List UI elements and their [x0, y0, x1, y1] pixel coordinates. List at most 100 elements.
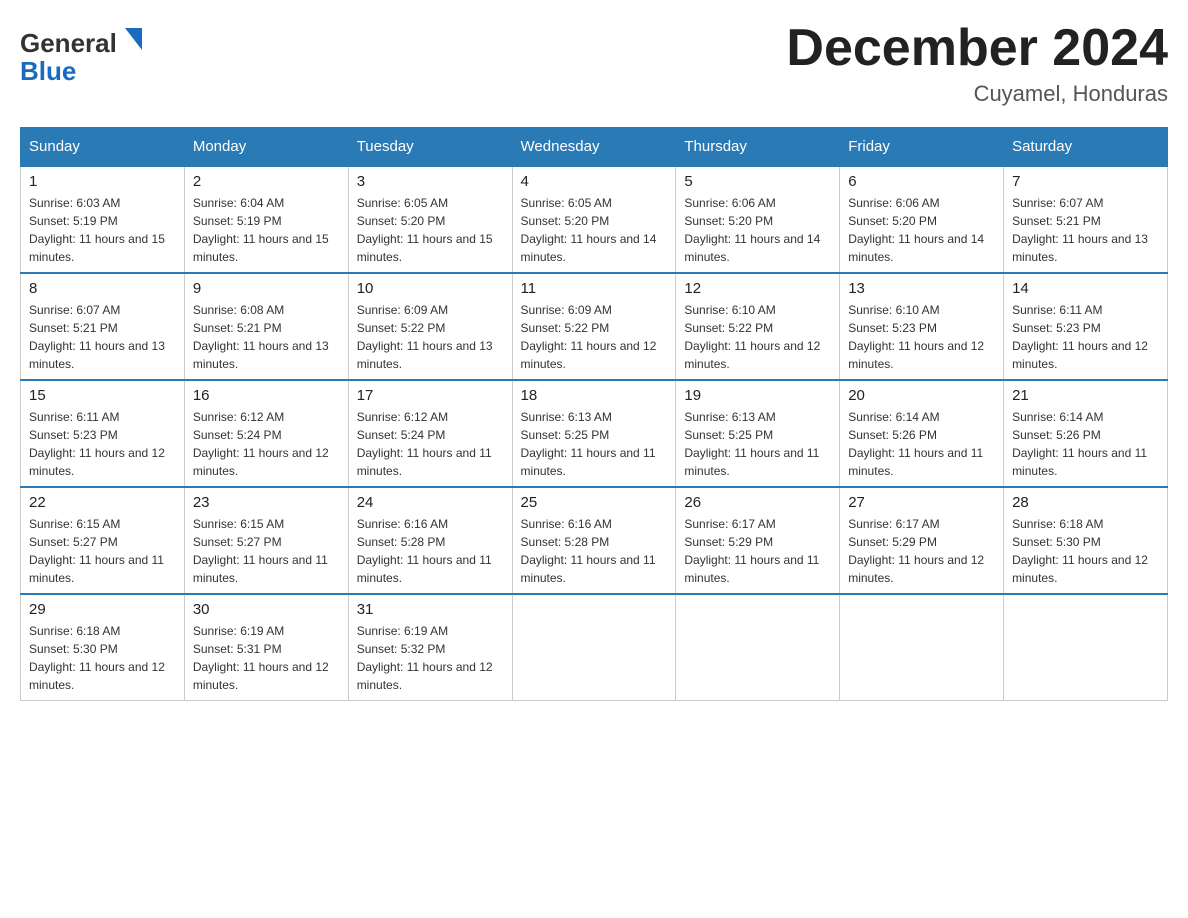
table-row — [512, 594, 676, 701]
day-number: 6 — [848, 173, 995, 190]
table-row: 29 Sunrise: 6:18 AM Sunset: 5:30 PM Dayl… — [21, 594, 185, 701]
table-row: 28 Sunrise: 6:18 AM Sunset: 5:30 PM Dayl… — [1004, 487, 1168, 594]
table-row: 31 Sunrise: 6:19 AM Sunset: 5:32 PM Dayl… — [348, 594, 512, 701]
day-info: Sunrise: 6:07 AM Sunset: 5:21 PM Dayligh… — [29, 301, 176, 373]
day-number: 11 — [521, 280, 668, 297]
table-row: 15 Sunrise: 6:11 AM Sunset: 5:23 PM Dayl… — [21, 380, 185, 487]
day-info: Sunrise: 6:14 AM Sunset: 5:26 PM Dayligh… — [1012, 408, 1159, 480]
table-row: 13 Sunrise: 6:10 AM Sunset: 5:23 PM Dayl… — [840, 273, 1004, 380]
table-row — [840, 594, 1004, 701]
day-number: 10 — [357, 280, 504, 297]
day-info: Sunrise: 6:07 AM Sunset: 5:21 PM Dayligh… — [1012, 194, 1159, 266]
day-info: Sunrise: 6:15 AM Sunset: 5:27 PM Dayligh… — [29, 515, 176, 587]
calendar-week-row: 8 Sunrise: 6:07 AM Sunset: 5:21 PM Dayli… — [21, 273, 1168, 380]
table-row: 26 Sunrise: 6:17 AM Sunset: 5:29 PM Dayl… — [676, 487, 840, 594]
table-row: 2 Sunrise: 6:04 AM Sunset: 5:19 PM Dayli… — [184, 166, 348, 273]
calendar-week-row: 29 Sunrise: 6:18 AM Sunset: 5:30 PM Dayl… — [21, 594, 1168, 701]
day-info: Sunrise: 6:06 AM Sunset: 5:20 PM Dayligh… — [684, 194, 831, 266]
title-area: December 2024 Cuyamel, Honduras — [786, 20, 1168, 107]
table-row: 4 Sunrise: 6:05 AM Sunset: 5:20 PM Dayli… — [512, 166, 676, 273]
table-row: 24 Sunrise: 6:16 AM Sunset: 5:28 PM Dayl… — [348, 487, 512, 594]
subtitle: Cuyamel, Honduras — [786, 81, 1168, 107]
day-info: Sunrise: 6:10 AM Sunset: 5:23 PM Dayligh… — [848, 301, 995, 373]
table-row: 12 Sunrise: 6:10 AM Sunset: 5:22 PM Dayl… — [676, 273, 840, 380]
day-number: 14 — [1012, 280, 1159, 297]
day-info: Sunrise: 6:03 AM Sunset: 5:19 PM Dayligh… — [29, 194, 176, 266]
header-saturday: Saturday — [1004, 128, 1168, 167]
calendar-header-row: Sunday Monday Tuesday Wednesday Thursday… — [21, 128, 1168, 167]
calendar-week-row: 1 Sunrise: 6:03 AM Sunset: 5:19 PM Dayli… — [21, 166, 1168, 273]
day-info: Sunrise: 6:17 AM Sunset: 5:29 PM Dayligh… — [848, 515, 995, 587]
day-number: 12 — [684, 280, 831, 297]
table-row: 23 Sunrise: 6:15 AM Sunset: 5:27 PM Dayl… — [184, 487, 348, 594]
day-number: 17 — [357, 387, 504, 404]
table-row: 8 Sunrise: 6:07 AM Sunset: 5:21 PM Dayli… — [21, 273, 185, 380]
day-info: Sunrise: 6:04 AM Sunset: 5:19 PM Dayligh… — [193, 194, 340, 266]
table-row — [676, 594, 840, 701]
day-info: Sunrise: 6:12 AM Sunset: 5:24 PM Dayligh… — [357, 408, 504, 480]
header-friday: Friday — [840, 128, 1004, 167]
table-row: 18 Sunrise: 6:13 AM Sunset: 5:25 PM Dayl… — [512, 380, 676, 487]
day-info: Sunrise: 6:14 AM Sunset: 5:26 PM Dayligh… — [848, 408, 995, 480]
day-number: 27 — [848, 494, 995, 511]
calendar-week-row: 15 Sunrise: 6:11 AM Sunset: 5:23 PM Dayl… — [21, 380, 1168, 487]
calendar-week-row: 22 Sunrise: 6:15 AM Sunset: 5:27 PM Dayl… — [21, 487, 1168, 594]
svg-text:General: General — [20, 28, 117, 58]
table-row: 17 Sunrise: 6:12 AM Sunset: 5:24 PM Dayl… — [348, 380, 512, 487]
day-info: Sunrise: 6:17 AM Sunset: 5:29 PM Dayligh… — [684, 515, 831, 587]
table-row: 27 Sunrise: 6:17 AM Sunset: 5:29 PM Dayl… — [840, 487, 1004, 594]
day-info: Sunrise: 6:11 AM Sunset: 5:23 PM Dayligh… — [1012, 301, 1159, 373]
header-wednesday: Wednesday — [512, 128, 676, 167]
day-number: 21 — [1012, 387, 1159, 404]
header-sunday: Sunday — [21, 128, 185, 167]
day-info: Sunrise: 6:09 AM Sunset: 5:22 PM Dayligh… — [357, 301, 504, 373]
day-number: 9 — [193, 280, 340, 297]
main-title: December 2024 — [786, 20, 1168, 77]
table-row: 1 Sunrise: 6:03 AM Sunset: 5:19 PM Dayli… — [21, 166, 185, 273]
day-info: Sunrise: 6:06 AM Sunset: 5:20 PM Dayligh… — [848, 194, 995, 266]
day-number: 19 — [684, 387, 831, 404]
table-row: 7 Sunrise: 6:07 AM Sunset: 5:21 PM Dayli… — [1004, 166, 1168, 273]
table-row: 22 Sunrise: 6:15 AM Sunset: 5:27 PM Dayl… — [21, 487, 185, 594]
table-row: 3 Sunrise: 6:05 AM Sunset: 5:20 PM Dayli… — [348, 166, 512, 273]
header-thursday: Thursday — [676, 128, 840, 167]
table-row: 19 Sunrise: 6:13 AM Sunset: 5:25 PM Dayl… — [676, 380, 840, 487]
day-number: 4 — [521, 173, 668, 190]
day-info: Sunrise: 6:09 AM Sunset: 5:22 PM Dayligh… — [521, 301, 668, 373]
table-row: 25 Sunrise: 6:16 AM Sunset: 5:28 PM Dayl… — [512, 487, 676, 594]
day-number: 31 — [357, 601, 504, 618]
table-row: 5 Sunrise: 6:06 AM Sunset: 5:20 PM Dayli… — [676, 166, 840, 273]
day-info: Sunrise: 6:19 AM Sunset: 5:31 PM Dayligh… — [193, 622, 340, 694]
table-row: 9 Sunrise: 6:08 AM Sunset: 5:21 PM Dayli… — [184, 273, 348, 380]
day-number: 25 — [521, 494, 668, 511]
day-info: Sunrise: 6:18 AM Sunset: 5:30 PM Dayligh… — [1012, 515, 1159, 587]
header-tuesday: Tuesday — [348, 128, 512, 167]
table-row: 6 Sunrise: 6:06 AM Sunset: 5:20 PM Dayli… — [840, 166, 1004, 273]
day-info: Sunrise: 6:19 AM Sunset: 5:32 PM Dayligh… — [357, 622, 504, 694]
day-info: Sunrise: 6:15 AM Sunset: 5:27 PM Dayligh… — [193, 515, 340, 587]
page-header: General Blue December 2024 Cuyamel, Hond… — [20, 20, 1168, 107]
table-row: 14 Sunrise: 6:11 AM Sunset: 5:23 PM Dayl… — [1004, 273, 1168, 380]
day-info: Sunrise: 6:08 AM Sunset: 5:21 PM Dayligh… — [193, 301, 340, 373]
day-info: Sunrise: 6:18 AM Sunset: 5:30 PM Dayligh… — [29, 622, 176, 694]
svg-text:Blue: Blue — [20, 56, 76, 86]
day-info: Sunrise: 6:13 AM Sunset: 5:25 PM Dayligh… — [521, 408, 668, 480]
day-number: 15 — [29, 387, 176, 404]
day-number: 22 — [29, 494, 176, 511]
day-number: 23 — [193, 494, 340, 511]
day-info: Sunrise: 6:12 AM Sunset: 5:24 PM Dayligh… — [193, 408, 340, 480]
day-number: 3 — [357, 173, 504, 190]
logo: General Blue — [20, 20, 150, 95]
day-number: 28 — [1012, 494, 1159, 511]
day-number: 29 — [29, 601, 176, 618]
day-number: 2 — [193, 173, 340, 190]
table-row: 20 Sunrise: 6:14 AM Sunset: 5:26 PM Dayl… — [840, 380, 1004, 487]
header-monday: Monday — [184, 128, 348, 167]
table-row — [1004, 594, 1168, 701]
day-number: 13 — [848, 280, 995, 297]
day-number: 26 — [684, 494, 831, 511]
day-number: 1 — [29, 173, 176, 190]
day-info: Sunrise: 6:11 AM Sunset: 5:23 PM Dayligh… — [29, 408, 176, 480]
table-row: 11 Sunrise: 6:09 AM Sunset: 5:22 PM Dayl… — [512, 273, 676, 380]
table-row: 16 Sunrise: 6:12 AM Sunset: 5:24 PM Dayl… — [184, 380, 348, 487]
